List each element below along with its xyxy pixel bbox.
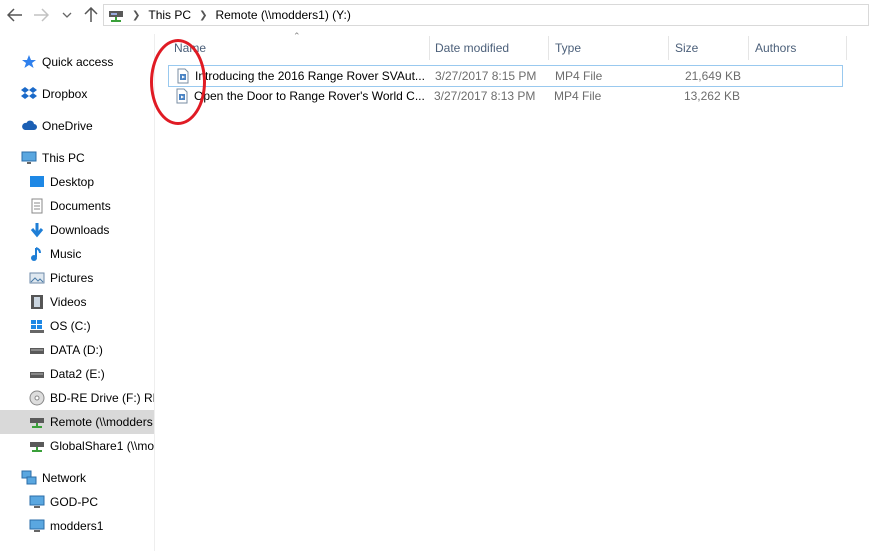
drive-icon xyxy=(28,341,46,359)
column-header-name[interactable]: Name xyxy=(168,36,430,60)
video-file-icon xyxy=(176,88,188,104)
recent-locations-button[interactable] xyxy=(58,5,76,25)
sidebar-item-label: Videos xyxy=(50,295,87,309)
file-name: Introducing the 2016 Range Rover SVAut..… xyxy=(195,69,425,83)
disc-icon xyxy=(28,389,46,407)
file-size: 21,649 KB xyxy=(684,69,741,83)
sidebar-item-label: Quick access xyxy=(42,55,114,69)
chevron-down-icon xyxy=(62,12,72,18)
sidebar-item-label: This PC xyxy=(42,151,85,165)
sidebar-item-pictures[interactable]: Pictures xyxy=(0,266,154,290)
monitor-icon xyxy=(28,517,46,535)
sidebar-item-remote[interactable]: Remote (\\modders xyxy=(0,410,154,434)
sidebar-item-label: Downloads xyxy=(50,223,110,237)
breadcrumb-separator: ❯ xyxy=(132,9,141,21)
network-drive-icon xyxy=(28,413,46,431)
star-icon xyxy=(20,53,38,71)
sidebar-item-bd-re-drive[interactable]: BD-RE Drive (F:) RN xyxy=(0,386,155,410)
navigation-bar: ❯ This PC ❯ Remote (\\modders1) (Y:) xyxy=(0,0,871,30)
arrow-up-icon xyxy=(84,7,98,22)
sidebar-item-this-pc[interactable]: This PC xyxy=(0,146,154,170)
sidebar-item-globalshare1[interactable]: GlobalShare1 (\\mo xyxy=(0,434,155,458)
sidebar-item-onedrive[interactable]: OneDrive xyxy=(0,114,154,138)
sidebar-item-videos[interactable]: Videos xyxy=(0,290,154,314)
column-header-label: Name xyxy=(174,41,207,55)
file-name: Open the Door to Range Rover's World C..… xyxy=(194,89,425,103)
video-file-icon xyxy=(177,68,189,84)
sidebar-item-modders1[interactable]: modders1 xyxy=(0,514,154,538)
column-header-label: Type xyxy=(555,41,582,55)
sidebar-item-quick-access[interactable]: Quick access xyxy=(0,50,154,74)
sidebar-item-data2-e[interactable]: Data2 (E:) xyxy=(0,362,154,386)
sidebar-item-label: Music xyxy=(50,247,82,261)
sidebar-item-label: Remote (\\modders xyxy=(50,415,153,429)
documents-icon xyxy=(28,197,46,215)
column-header-label: Authors xyxy=(755,41,797,55)
forward-button[interactable] xyxy=(30,5,52,25)
file-list-view: ⌃ Name Date modified Type Size Authors I… xyxy=(156,30,871,551)
file-date-modified: 3/27/2017 8:15 PM xyxy=(435,69,537,83)
column-header-size[interactable]: Size xyxy=(669,36,749,60)
sidebar-item-label: Pictures xyxy=(50,271,94,285)
address-bar[interactable]: ❯ This PC ❯ Remote (\\modders1) (Y:) xyxy=(103,4,869,26)
file-row[interactable]: Introducing the 2016 Range Rover SVAut..… xyxy=(168,65,843,87)
pictures-icon xyxy=(28,269,46,287)
sidebar-item-music[interactable]: Music xyxy=(0,242,154,266)
computer-icon xyxy=(20,149,38,167)
column-header-type[interactable]: Type xyxy=(549,36,669,60)
navigation-pane: Quick access Dropbox OneDrive This PC De… xyxy=(0,34,155,551)
cloud-icon xyxy=(20,117,38,135)
sidebar-item-label: OneDrive xyxy=(42,119,93,133)
column-header-date-modified[interactable]: Date modified xyxy=(429,36,549,60)
sidebar-item-downloads[interactable]: Downloads xyxy=(0,218,154,242)
breadcrumb-separator: ❯ xyxy=(199,9,208,21)
sidebar-item-label: Network xyxy=(42,471,87,485)
column-header-label: Size xyxy=(675,41,699,55)
file-size: 13,262 KB xyxy=(683,89,740,103)
sidebar-item-network[interactable]: Network xyxy=(0,466,154,490)
sidebar-item-label: OS (C:) xyxy=(50,319,91,333)
column-header-label: Date modified xyxy=(435,41,510,55)
file-type: MP4 File xyxy=(554,89,602,103)
sidebar-item-label: modders1 xyxy=(50,519,104,533)
arrow-right-icon xyxy=(34,8,49,22)
sidebar-item-label: GOD-PC xyxy=(50,495,98,509)
sidebar-item-desktop[interactable]: Desktop xyxy=(0,170,154,194)
desktop-icon xyxy=(28,173,46,191)
network-drive-icon xyxy=(28,437,46,455)
music-note-icon xyxy=(28,245,46,263)
sidebar-item-label: Documents xyxy=(50,199,111,213)
back-button[interactable] xyxy=(4,5,26,25)
sidebar-item-label: GlobalShare1 (\\mo xyxy=(50,439,155,453)
film-icon xyxy=(28,293,46,311)
up-button[interactable] xyxy=(80,5,102,25)
sidebar-item-label: DATA (D:) xyxy=(50,343,103,357)
file-row[interactable]: Open the Door to Range Rover's World C..… xyxy=(168,86,843,108)
sidebar-item-data-d[interactable]: DATA (D:) xyxy=(0,338,154,362)
dropbox-icon xyxy=(20,85,38,103)
breadcrumb-this-pc[interactable]: This PC xyxy=(148,8,191,22)
sidebar-item-label: Desktop xyxy=(50,175,95,189)
network-drive-icon xyxy=(109,11,123,22)
sidebar-item-label: Data2 (E:) xyxy=(50,367,105,381)
monitor-icon xyxy=(28,493,46,511)
sidebar-item-label: Dropbox xyxy=(42,87,88,101)
network-icon xyxy=(20,469,38,487)
file-type: MP4 File xyxy=(555,69,603,83)
sidebar-item-god-pc[interactable]: GOD-PC xyxy=(0,490,154,514)
sidebar-item-label: BD-RE Drive (F:) RN xyxy=(50,391,155,405)
sidebar-item-dropbox[interactable]: Dropbox xyxy=(0,82,154,106)
arrow-left-icon xyxy=(7,8,22,22)
download-arrow-icon xyxy=(28,221,46,239)
windows-drive-icon xyxy=(28,317,46,335)
sidebar-item-os-c[interactable]: OS (C:) xyxy=(0,314,154,338)
breadcrumb-remote-drive[interactable]: Remote (\\modders1) (Y:) xyxy=(215,8,350,22)
sidebar-item-documents[interactable]: Documents xyxy=(0,194,154,218)
column-header-authors[interactable]: Authors xyxy=(749,36,847,60)
drive-icon xyxy=(28,365,46,383)
file-date-modified: 3/27/2017 8:13 PM xyxy=(434,89,536,103)
